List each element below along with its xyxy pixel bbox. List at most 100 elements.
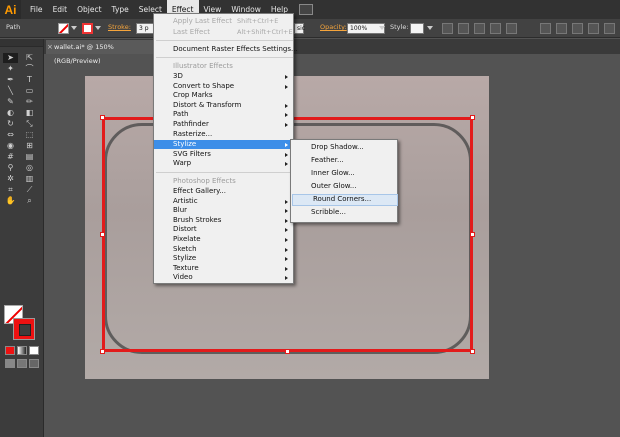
zoom-tool-icon[interactable]: ⌕ — [22, 196, 37, 206]
menu-document-raster-effects-settings[interactable]: Document Raster Effects Settings... — [154, 45, 298, 55]
menu-pathfinder[interactable]: Pathfinder — [154, 120, 293, 130]
menu-stylize-illustrator[interactable]: Stylize — [154, 139, 293, 150]
panel-menu-icon[interactable] — [506, 23, 517, 34]
menu-distort-transform[interactable]: Distort & Transform — [154, 101, 293, 111]
gradient-mode-icon[interactable] — [17, 346, 27, 355]
menu-rasterize[interactable]: Rasterize... — [154, 130, 293, 140]
hand-tool-icon[interactable]: ✋ — [3, 196, 18, 206]
menu-path[interactable]: Path — [154, 110, 293, 120]
lasso-tool-icon[interactable]: ⌒ — [22, 64, 37, 74]
draw-behind-icon[interactable] — [17, 359, 27, 368]
menu-drop-shadow[interactable]: Drop Shadow... — [291, 143, 397, 153]
menu-stylize-photoshop[interactable]: Stylize — [154, 254, 293, 264]
document-tab[interactable]: × wallet.ai* @ 150% (RGB/Preview) — [46, 40, 154, 65]
artboard-tool-icon[interactable]: ⌗ — [3, 185, 18, 195]
menu-warp[interactable]: Warp — [154, 159, 293, 169]
menu-convert-to-shape[interactable]: Convert to Shape — [154, 82, 293, 92]
menu-blur[interactable]: Blur — [154, 206, 293, 216]
paintbrush-tool-icon[interactable]: ✎ — [3, 97, 18, 107]
perspective-grid-tool-icon[interactable]: ⊞ — [22, 141, 37, 151]
eraser-tool-icon[interactable]: ◧ — [22, 108, 37, 118]
menu-crop-marks[interactable]: Crop Marks — [154, 91, 293, 101]
pen-tool-icon[interactable]: ✒ — [3, 75, 18, 85]
menu-round-corners[interactable]: Round Corners... — [292, 194, 398, 206]
stroke-label[interactable]: Stroke: — [108, 23, 131, 31]
menu-sketch[interactable]: Sketch — [154, 245, 293, 255]
stroke-color-box[interactable] — [13, 318, 35, 340]
draw-normal-icon[interactable] — [5, 359, 15, 368]
mesh-tool-icon[interactable]: # — [3, 152, 18, 162]
blob-brush-tool-icon[interactable]: ◐ — [3, 108, 18, 118]
stroke-weight-field[interactable]: 3 p — [136, 23, 154, 34]
menu-distort[interactable]: Distort — [154, 225, 293, 235]
handle-top-left[interactable] — [100, 115, 105, 120]
align-icon[interactable] — [458, 23, 469, 34]
menu-svg-filters[interactable]: SVG Filters — [154, 150, 293, 160]
magic-wand-tool-icon[interactable]: ✦ — [3, 64, 18, 74]
symbol-sprayer-tool-icon[interactable]: ✲ — [3, 174, 18, 184]
handle-bottom-right[interactable] — [470, 349, 475, 354]
menu-last-effect[interactable]: Last Effect Alt+Shift+Ctrl+E — [154, 28, 293, 38]
menu-feather[interactable]: Feather... — [291, 156, 397, 166]
panel-grip[interactable] — [0, 39, 43, 47]
menu-apply-last-effect[interactable]: Apply Last Effect Shift+Ctrl+E — [154, 17, 293, 27]
align-right-icon[interactable] — [572, 23, 583, 34]
opacity-dropdown-arrow-icon[interactable] — [379, 26, 385, 30]
rectangle-tool-icon[interactable]: ▭ — [22, 86, 37, 96]
line-tool-icon[interactable]: ╲ — [3, 86, 18, 96]
draw-inside-icon[interactable] — [29, 359, 39, 368]
handle-bottom-left[interactable] — [100, 349, 105, 354]
slice-tool-icon[interactable]: ⟋ — [22, 185, 37, 195]
menu-type[interactable]: Type — [107, 0, 134, 19]
stroke-swatch[interactable] — [82, 23, 93, 34]
pencil-tool-icon[interactable]: ✏ — [22, 97, 37, 107]
menu-pixelate[interactable]: Pixelate — [154, 235, 293, 245]
brush-definition-field[interactable]: sic — [294, 23, 305, 34]
fill-swatch[interactable] — [58, 23, 69, 34]
menu-texture[interactable]: Texture — [154, 264, 293, 274]
close-tab-icon[interactable]: × — [47, 40, 53, 54]
opacity-label[interactable]: Opacity: — [320, 23, 347, 31]
scale-tool-icon[interactable]: ⤡ — [22, 119, 37, 129]
none-mode-icon[interactable] — [29, 346, 39, 355]
distribute-icon[interactable] — [588, 23, 599, 34]
type-tool-icon[interactable]: T — [22, 75, 37, 85]
column-graph-tool-icon[interactable]: ▥ — [22, 174, 37, 184]
gradient-tool-icon[interactable]: ▤ — [22, 152, 37, 162]
menu-edit[interactable]: Edit — [48, 0, 73, 19]
rotate-tool-icon[interactable]: ↻ — [3, 119, 18, 129]
blend-tool-icon[interactable]: ◎ — [22, 163, 37, 173]
handle-bottom-center[interactable] — [285, 349, 290, 354]
handle-middle-right[interactable] — [470, 232, 475, 237]
graphic-style-swatch[interactable] — [410, 23, 424, 34]
menu-brush-strokes[interactable]: Brush Strokes — [154, 216, 293, 226]
align-left-icon[interactable] — [540, 23, 551, 34]
menu-artistic[interactable]: Artistic — [154, 197, 293, 207]
recolor-artwork-icon[interactable] — [442, 23, 453, 34]
menu-scribble[interactable]: Scribble... — [291, 208, 397, 218]
control-menu-icon[interactable] — [604, 23, 615, 34]
menu-effect-gallery[interactable]: Effect Gallery... — [154, 187, 293, 197]
style-dropdown-arrow-icon[interactable] — [427, 26, 433, 30]
direct-selection-tool-icon[interactable]: ⇱ — [22, 53, 37, 63]
menu-outer-glow[interactable]: Outer Glow... — [291, 182, 397, 192]
stroke-dropdown-arrow-icon[interactable] — [95, 26, 101, 30]
width-tool-icon[interactable]: ⇔ — [3, 130, 18, 140]
menu-file[interactable]: File — [25, 0, 48, 19]
menu-object[interactable]: Object — [72, 0, 106, 19]
color-mode-icon[interactable] — [5, 346, 15, 355]
fill-dropdown-arrow-icon[interactable] — [71, 26, 77, 30]
handle-middle-left[interactable] — [100, 232, 105, 237]
free-transform-tool-icon[interactable]: ⬚ — [22, 130, 37, 140]
menu-inner-glow[interactable]: Inner Glow... — [291, 169, 397, 179]
menu-3d[interactable]: 3D — [154, 72, 293, 82]
menu-video[interactable]: Video — [154, 273, 293, 283]
transform-icon[interactable] — [474, 23, 485, 34]
bridge-icon[interactable] — [299, 4, 313, 15]
handle-top-right[interactable] — [470, 115, 475, 120]
eyedropper-tool-icon[interactable]: ⚲ — [3, 163, 18, 173]
isolate-icon[interactable] — [490, 23, 501, 34]
shape-builder-tool-icon[interactable]: ◉ — [3, 141, 18, 151]
selection-tool-icon[interactable]: ➤ — [3, 53, 18, 63]
align-center-icon[interactable] — [556, 23, 567, 34]
